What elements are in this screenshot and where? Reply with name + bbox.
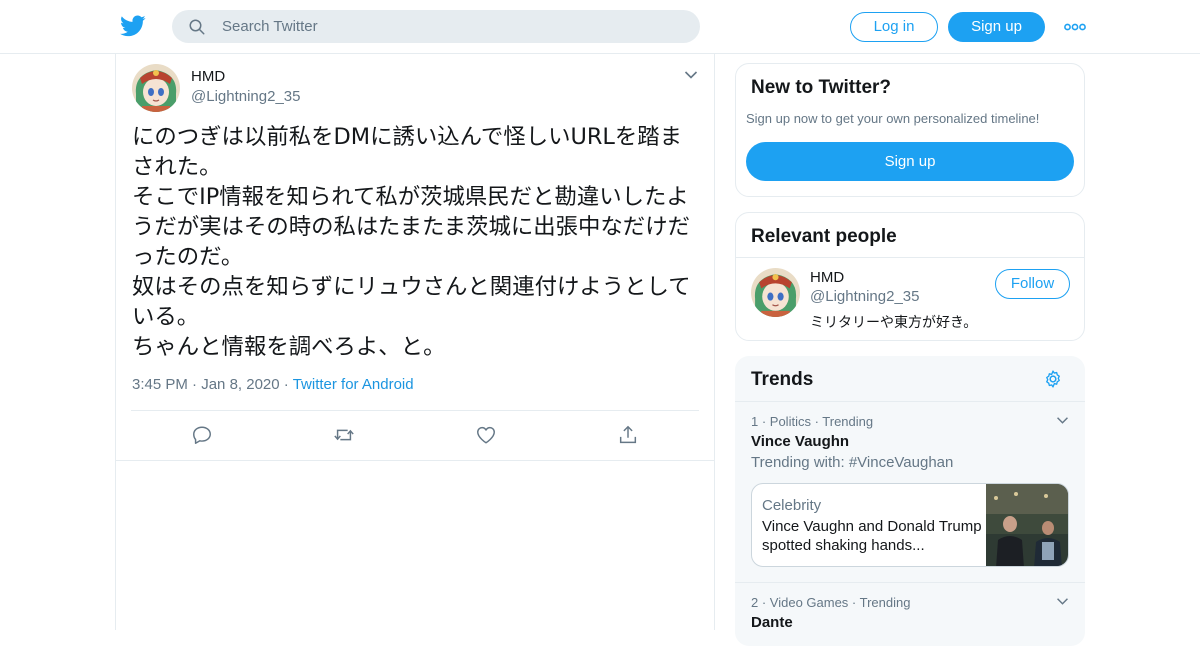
tweet-text: にのつぎは以前私をDMに誘い込んで怪しいURLを踏まされた。 そこでIP情報を知… [132,124,691,360]
new-to-twitter-card: New to Twitter? Sign up now to get your … [735,63,1085,197]
trends-card: Trends 1 · Politics · Trending Vince Vau… [735,356,1085,646]
divider [735,401,1085,402]
divider [131,410,699,411]
search-icon [189,19,205,35]
news-thumbnail [986,484,1068,566]
tweet-source-link[interactable]: Twitter for Android [293,376,414,393]
tweet-timestamp: 3:45 PM · Jan 8, 2020 · Twitter for Andr… [132,376,414,393]
twitter-bird-icon[interactable] [120,13,146,39]
trend-meta: 2 · Video Games · Trending [751,595,911,610]
tweet-author-name[interactable]: HMD [191,68,225,85]
share-icon[interactable] [617,424,639,446]
trend-name[interactable]: Vince Vaughn [751,433,849,450]
chevron-down-icon[interactable] [684,70,698,80]
avatar[interactable] [751,268,800,317]
signup-large-button[interactable]: Sign up [746,142,1074,181]
follow-button[interactable]: Follow [995,269,1070,299]
signup-button[interactable]: Sign up [948,12,1045,42]
relevant-people-card: Relevant people HMD @Lightning2_35 ミリタリー… [735,212,1085,341]
trend-meta: 1 · Politics · Trending [751,414,874,429]
reply-icon[interactable] [191,424,213,446]
search-input[interactable] [222,10,682,43]
gear-icon[interactable] [1043,369,1063,389]
person-bio: ミリタリーや東方が好き。 [810,315,978,331]
meta-separator: · [283,376,289,393]
card-subtitle: Sign up now to get your own personalized… [746,111,1040,126]
news-card[interactable]: Celebrity Vince Vaughn and Donald Trump … [751,483,1069,567]
divider [735,582,1085,583]
like-icon[interactable] [475,424,497,446]
retweet-icon[interactable] [333,424,355,446]
trend-name[interactable]: Dante [751,614,793,631]
card-title: New to Twitter? [751,77,892,98]
card-title: Trends [751,369,814,390]
avatar-image [132,64,180,112]
news-category: Celebrity [762,497,822,514]
search-bar[interactable] [172,10,700,43]
top-nav-bar: Log in Sign up [0,0,1200,54]
tweet: HMD @Lightning2_35 にのつぎは以前私をDMに誘い込んで怪しいU… [116,54,714,461]
chevron-down-icon[interactable] [1056,416,1069,425]
avatar[interactable] [132,64,180,112]
tweet-author-handle[interactable]: @Lightning2_35 [191,88,300,105]
login-button[interactable]: Log in [850,12,938,42]
tweet-time[interactable]: 3:45 PM [132,376,188,393]
timeline-column: HMD @Lightning2_35 にのつぎは以前私をDMに誘い込んで怪しいU… [115,54,715,630]
more-dots-icon[interactable] [1064,20,1086,34]
meta-separator: · [192,376,198,393]
card-title: Relevant people [751,226,897,247]
news-headline: Vince Vaughn and Donald Trump spotted sh… [762,518,982,554]
person-handle[interactable]: @Lightning2_35 [810,288,919,305]
chevron-down-icon[interactable] [1056,597,1069,606]
divider [736,257,1084,258]
avatar-image [751,268,800,317]
trend-with[interactable]: Trending with: #VinceVaughan [751,454,953,471]
person-name[interactable]: HMD [810,269,844,286]
tweet-date[interactable]: Jan 8, 2020 [201,376,279,393]
